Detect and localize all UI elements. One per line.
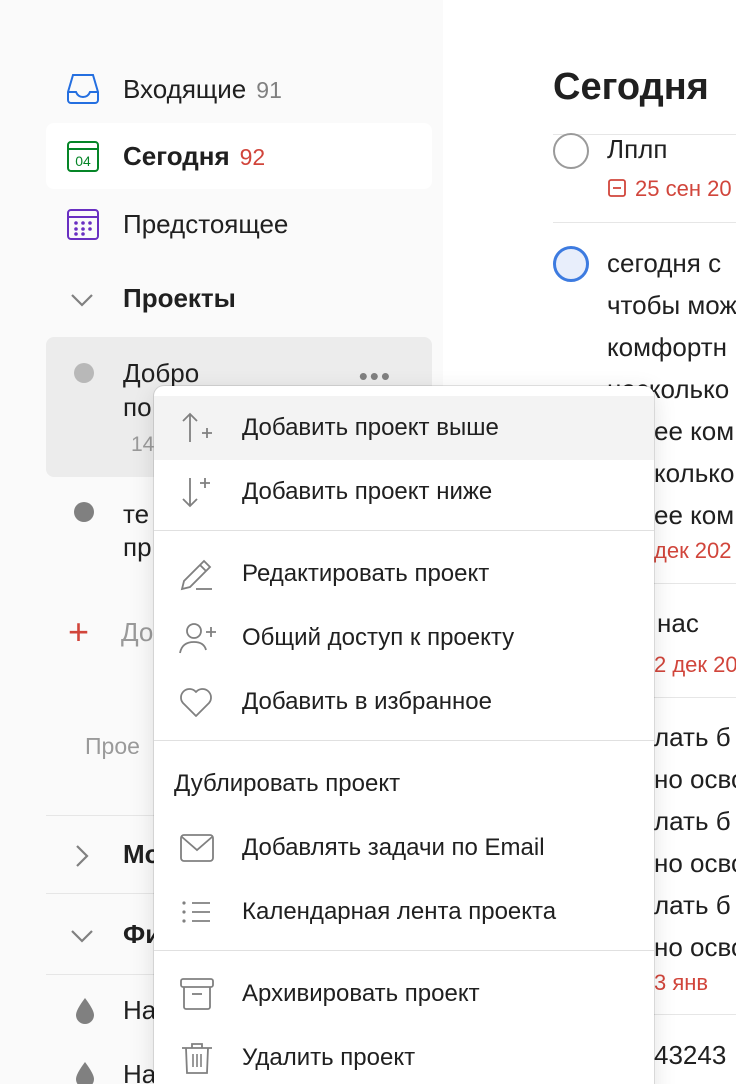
- menu-item-add-favorite[interactable]: Добавить в избранное: [154, 670, 654, 734]
- trash-icon: [178, 1040, 218, 1076]
- task-due-date: 3 янв: [654, 970, 709, 995]
- projects-section-header[interactable]: Проекты: [46, 268, 432, 328]
- project-color-dot: [74, 502, 94, 522]
- menu-item-label: Удалить проект: [242, 1044, 416, 1071]
- task-title[interactable]: 43243: [654, 1034, 726, 1076]
- task-due-date: 2 дек 20: [654, 652, 736, 677]
- menu-divider: [154, 950, 654, 951]
- sidebar-item-label: Предстоящее: [123, 209, 289, 239]
- task-title-line[interactable]: ее ком: [654, 494, 734, 536]
- task-title[interactable]: нас: [657, 602, 699, 644]
- chevron-down-icon[interactable]: [68, 286, 96, 314]
- menu-divider: [154, 740, 654, 741]
- menu-item-calendar-feed[interactable]: Календарная лента проекта: [154, 880, 654, 944]
- task-title-line[interactable]: сегодня с: [607, 242, 721, 284]
- drop-icon: [74, 996, 96, 1024]
- filter-label: На: [123, 995, 157, 1025]
- task-title-line[interactable]: лать б: [654, 800, 731, 842]
- arrow-down-plus-icon: [178, 474, 218, 510]
- add-person-icon: [178, 620, 218, 656]
- menu-item-label: Архивировать проект: [242, 980, 480, 1007]
- add-project-label: До: [121, 617, 154, 647]
- menu-item-delete-project[interactable]: Удалить проект: [154, 1026, 654, 1084]
- task-title-line[interactable]: чтобы мож: [607, 284, 736, 326]
- task-due-date-text: 25 сен 20: [635, 176, 732, 201]
- inbox-icon: [66, 72, 100, 106]
- menu-item-add-project-below[interactable]: Добавить проект ниже: [154, 460, 654, 524]
- project-count: 14: [131, 433, 155, 456]
- menu-item-add-tasks-email[interactable]: Добавлять задачи по Email: [154, 816, 654, 880]
- task-title-line[interactable]: но осво: [654, 758, 736, 800]
- task-title-line[interactable]: лать б: [654, 884, 731, 926]
- calendar-today-icon: 04: [66, 139, 100, 173]
- menu-item-label: Дублировать проект: [174, 770, 401, 797]
- menu-item-label: Добавлять задачи по Email: [242, 834, 545, 861]
- task-checkbox[interactable]: [553, 133, 589, 169]
- drop-icon: [74, 1060, 96, 1084]
- menu-item-label: Добавить проект ниже: [242, 478, 493, 505]
- menu-item-archive-project[interactable]: Архивировать проект: [154, 962, 654, 1026]
- menu-item-edit-project[interactable]: Редактировать проект: [154, 542, 654, 606]
- calendar-upcoming-icon: [66, 207, 100, 241]
- task-title-line[interactable]: но осво: [654, 926, 736, 968]
- today-count: 92: [239, 144, 266, 170]
- menu-item-label: Добавить в избранное: [242, 688, 492, 715]
- sidebar-item-inbox[interactable]: Входящие 91: [46, 56, 432, 122]
- menu-item-label: Общий доступ к проекту: [242, 624, 515, 651]
- menu-item-label: Календарная лента проекта: [242, 898, 557, 925]
- task-due-date: дек 202: [654, 538, 732, 563]
- sidebar-item-label: Входящие: [123, 74, 247, 104]
- project-color-dot: [74, 363, 94, 383]
- inbox-count: 91: [256, 77, 282, 103]
- plus-icon: +: [68, 611, 90, 652]
- task-checkbox[interactable]: [553, 246, 589, 282]
- task-title-line[interactable]: но осво: [654, 842, 736, 884]
- task-title-line[interactable]: колько: [654, 452, 734, 494]
- menu-item-add-project-above[interactable]: Добавить проект выше: [154, 396, 654, 460]
- projects-hint-text: Прое: [85, 733, 140, 759]
- menu-item-duplicate-project[interactable]: Дублировать проект: [154, 752, 654, 816]
- sidebar-item-today[interactable]: 04 Сегодня 92: [46, 123, 432, 189]
- chevron-right-icon[interactable]: [68, 842, 96, 870]
- filter-label: На: [123, 1059, 157, 1084]
- calendar-day-number: 04: [75, 153, 91, 169]
- menu-divider: [154, 530, 654, 531]
- menu-item-label: Добавить проект выше: [242, 414, 499, 441]
- page-title: Сегодня: [553, 66, 709, 108]
- sidebar-item-upcoming[interactable]: Предстоящее: [46, 191, 432, 257]
- sidebar-item-label: Сегодня: [123, 141, 230, 171]
- chevron-down-icon[interactable]: [68, 922, 96, 950]
- task-title-line[interactable]: комфортн: [607, 326, 727, 368]
- task-title-line[interactable]: ее ком: [654, 410, 734, 452]
- calendar-small-icon: [607, 178, 627, 198]
- project-context-menu: Добавить проект выше Добавить проект ниж…: [154, 386, 654, 1084]
- task-due-date: 25 сен 20: [607, 176, 732, 202]
- task-title-line[interactable]: лать б: [654, 716, 731, 758]
- projects-header: Проекты: [123, 283, 236, 313]
- envelope-icon: [178, 830, 218, 866]
- list-icon: [178, 894, 218, 930]
- archive-icon: [178, 976, 218, 1012]
- divider: [553, 222, 736, 223]
- heart-icon: [178, 684, 218, 720]
- arrow-up-plus-icon: [178, 410, 218, 446]
- menu-item-share-project[interactable]: Общий доступ к проекту: [154, 606, 654, 670]
- pencil-icon: [178, 556, 218, 592]
- menu-item-label: Редактировать проект: [242, 560, 490, 587]
- task-title[interactable]: Лплп: [607, 128, 667, 170]
